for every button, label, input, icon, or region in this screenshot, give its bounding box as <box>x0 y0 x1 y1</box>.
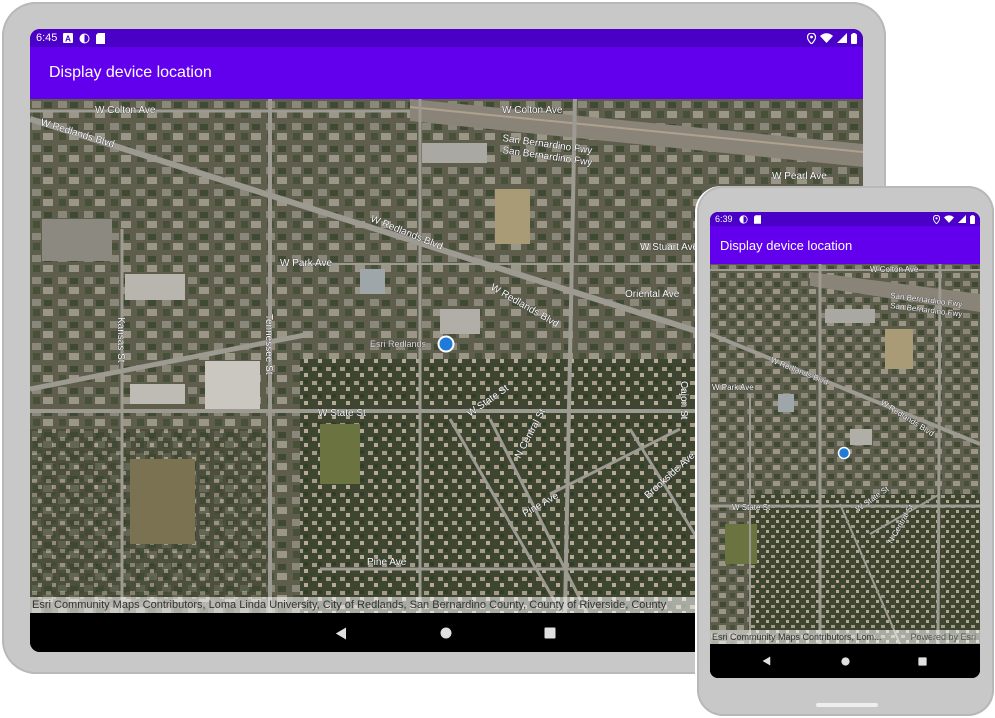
a-letter-icon: A <box>63 33 74 43</box>
screenshot-stage: 6:45 A Display device location W Colton … <box>0 0 995 718</box>
battery-icon <box>851 32 857 44</box>
phone-nav-bar <box>710 644 980 678</box>
satellite-map[interactable]: W Colton Ave San Bernardino Fwy San Bern… <box>710 264 980 644</box>
back-button[interactable] <box>330 623 352 643</box>
road-label-w-park-ave: W Park Ave <box>280 258 332 269</box>
map-attribution[interactable]: Esri Community Maps Contributors, Lom...… <box>710 630 980 644</box>
road-label-kansas-st: Kansas St <box>115 317 126 363</box>
battery-icon <box>970 214 975 224</box>
back-icon <box>335 627 346 639</box>
road-label-tennessee-st: Tennessee St <box>263 314 274 375</box>
status-time: 6:45 <box>36 32 58 44</box>
road-label-w-colton-ave: W Colton Ave <box>870 265 919 274</box>
home-icon <box>840 656 850 666</box>
phone-app-bar: Display device location <box>710 226 980 264</box>
sdcard-icon <box>96 32 106 44</box>
road-label-w-park-ave: W Park Ave <box>712 383 754 392</box>
poi-label-esri-redlands: Esri Redlands <box>370 339 427 349</box>
recents-button[interactable] <box>913 652 931 670</box>
svg-text:A: A <box>66 34 72 43</box>
wifi-icon <box>944 215 954 223</box>
back-icon <box>762 656 770 666</box>
app-title: Display device location <box>49 64 212 81</box>
phone-status-bar: 6:39 <box>710 212 980 226</box>
tablet-status-bar: 6:45 A <box>30 29 863 47</box>
home-button[interactable] <box>435 623 457 643</box>
powered-by-esri: Powered by Esri <box>910 632 976 642</box>
device-location-dot <box>437 335 455 353</box>
road-label-w-colton-ave-1: W Colton Ave <box>95 105 156 116</box>
sdcard-icon <box>753 214 761 224</box>
road-label-w-stuart-ave: W Stuart Ave <box>640 242 699 253</box>
status-time: 6:39 <box>715 214 733 224</box>
phone-map-view[interactable]: W Colton Ave San Bernardino Fwy San Bern… <box>710 264 980 644</box>
recents-button[interactable] <box>539 623 561 643</box>
home-button[interactable] <box>836 652 854 670</box>
recents-icon <box>917 656 927 666</box>
signal-icon <box>958 215 966 223</box>
road-label-pine-ave-2: Pine Ave <box>367 557 407 568</box>
app-title: Display device location <box>720 237 853 253</box>
road-label-w-state-st-1: W State St <box>732 503 771 512</box>
signal-icon <box>837 33 847 43</box>
home-icon <box>440 627 452 639</box>
road-label-w-colton-ave-2: W Colton Ave <box>502 105 563 116</box>
location-pin-icon <box>933 214 940 224</box>
wifi-icon <box>820 33 833 43</box>
road-label-cajon-st: Cajon St <box>678 381 689 420</box>
halfcircle-icon <box>738 214 748 224</box>
device-location-dot <box>837 446 851 460</box>
home-indicator-pill <box>816 703 878 707</box>
phone-screen: 6:39 Display device location W Colton Av… <box>710 212 980 678</box>
recents-icon <box>544 627 556 639</box>
phone-device: 6:39 Display device location W Colton Av… <box>697 186 994 716</box>
road-label-w-pearl-ave: W Pearl Ave <box>772 171 827 182</box>
halfcircle-icon <box>79 33 90 44</box>
attribution-text: Esri Community Maps Contributors, Lom... <box>712 632 882 642</box>
location-pin-icon <box>807 32 816 44</box>
road-label-oriental-ave: Oriental Ave <box>625 289 680 300</box>
tablet-app-bar: Display device location <box>30 47 863 99</box>
back-button[interactable] <box>757 652 775 670</box>
road-label-w-state-st-1: W State St <box>318 408 366 419</box>
